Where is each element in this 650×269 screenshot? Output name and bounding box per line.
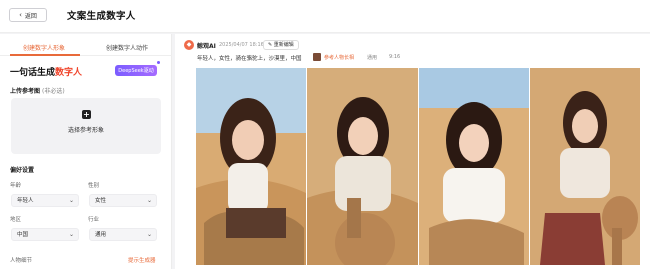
reedit-button[interactable]: ✎ 重新编辑: [263, 40, 299, 50]
badge-dot: [157, 61, 160, 64]
result-image-3[interactable]: [419, 68, 529, 265]
active-tab-indicator: [10, 54, 80, 56]
chevron-down-icon: ⌄: [146, 231, 152, 238]
gender-select[interactable]: 女性 ⌄: [89, 194, 157, 207]
headline-prefix: 一句话生成: [10, 68, 56, 78]
chevron-down-icon: ⌄: [146, 197, 152, 204]
headline-highlight: 数字人: [55, 68, 83, 78]
age-label: 年龄: [10, 183, 22, 189]
tab-bar: 创建数字人形象 创建数字人动作: [0, 40, 172, 56]
upload-button-text: 选择参考形象: [67, 127, 104, 134]
preferences-title: 偏好设置: [10, 167, 35, 174]
chevron-down-icon: ⌄: [68, 231, 74, 238]
result-gallery: [196, 68, 640, 265]
result-panel: ◆ 鲸观AI 2025/04/07 18:16 ✎ 重新编辑 年轻人，女性，骑在…: [175, 34, 650, 269]
tab-create-motion[interactable]: 创建数字人动作: [106, 43, 148, 52]
chevron-left-icon: ‹: [19, 10, 22, 19]
left-panel: 创建数字人形象 创建数字人动作 一句话生成数字人 DeepSeek驱动 上传参考…: [0, 34, 172, 269]
plus-icon: +: [82, 110, 91, 119]
ratio-meta: 9:16: [389, 54, 401, 60]
industry-label: 行业: [88, 217, 100, 223]
top-bar: ‹ 返回 文案生成数字人: [0, 0, 650, 33]
age-value: 年轻人: [17, 198, 34, 204]
gender-value: 女性: [95, 198, 107, 204]
tab-create-avatar[interactable]: 创建数字人形象: [23, 43, 65, 52]
result-image-1[interactable]: [196, 68, 306, 265]
region-select[interactable]: 中国 ⌄: [11, 228, 79, 241]
back-label: 返回: [24, 12, 37, 20]
upload-label: 上传参考图 (非必选): [10, 86, 65, 95]
industry-value: 通用: [95, 232, 107, 238]
reedit-label: 重新编辑: [273, 42, 294, 48]
gender-label: 性别: [88, 183, 100, 189]
prompt-text: 年轻人，女性，骑在骆驼上，沙漠里，中国: [197, 56, 302, 62]
reference-label: 参考人物长相: [324, 55, 355, 61]
logo-icon: ◆: [184, 40, 194, 50]
reference-thumbnail: [313, 53, 321, 61]
result-image-2[interactable]: [307, 68, 418, 265]
headline: 一句话生成数字人: [10, 65, 82, 78]
app-window: ‹ 返回 文案生成数字人 创建数字人形象 创建数字人动作 一句话生成数字人 De…: [0, 0, 650, 269]
page-title: 文案生成数字人: [67, 11, 136, 22]
upload-label-text: 上传参考图: [10, 88, 41, 95]
edit-icon: ✎: [268, 42, 273, 48]
timestamp: 2025/04/07 18:16: [219, 41, 264, 48]
brand-name: 鲸观AI: [197, 43, 216, 50]
deepseek-badge[interactable]: DeepSeek驱动: [115, 65, 157, 76]
chevron-down-icon: ⌄: [68, 197, 74, 204]
region-label: 地区: [10, 217, 22, 223]
prompt-generator-link[interactable]: 提示生成器: [128, 256, 156, 264]
age-select[interactable]: 年轻人 ⌄: [11, 194, 79, 207]
region-value: 中国: [17, 232, 29, 238]
result-image-4[interactable]: [530, 68, 640, 265]
back-button[interactable]: ‹ 返回: [9, 8, 47, 22]
detail-label: 人物细节: [10, 258, 33, 264]
upload-optional: (非必选): [42, 88, 65, 95]
industry-meta: 通用: [367, 55, 378, 61]
upload-reference-button[interactable]: + 选择参考形象: [11, 98, 161, 154]
industry-select[interactable]: 通用 ⌄: [89, 228, 157, 241]
